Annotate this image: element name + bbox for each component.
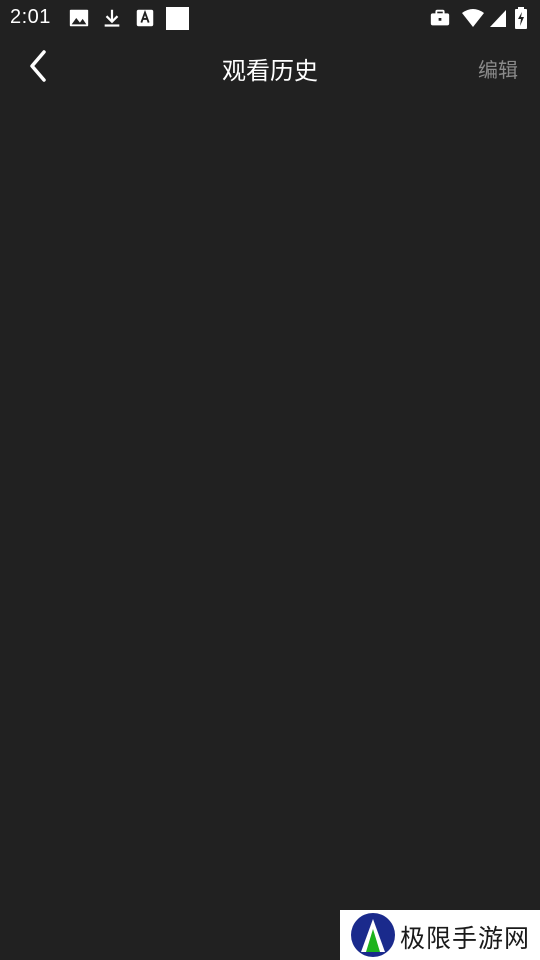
watermark: 极限手游网: [340, 910, 540, 960]
status-bar: 2:01: [0, 0, 540, 36]
page-title: 观看历史: [222, 57, 318, 85]
download-icon: [104, 9, 120, 27]
history-list: [0, 96, 540, 910]
signal-icon: [490, 10, 506, 27]
history-screen: 2:01 观看历史 编辑 极限手游网: [0, 0, 540, 960]
white-square: [166, 7, 189, 30]
wifi-icon: [462, 9, 484, 27]
font-a-icon: [136, 9, 154, 27]
site-logo-icon: [351, 913, 395, 957]
image-icon: [69, 9, 89, 27]
edit-button[interactable]: 编辑: [478, 54, 518, 83]
status-time: 2:01: [10, 6, 51, 28]
app-bar: 观看历史 编辑: [0, 36, 540, 96]
watermark-text: 极限手游网: [400, 924, 531, 953]
battery-charging-icon: [515, 7, 527, 29]
briefcase-icon: [430, 9, 450, 26]
